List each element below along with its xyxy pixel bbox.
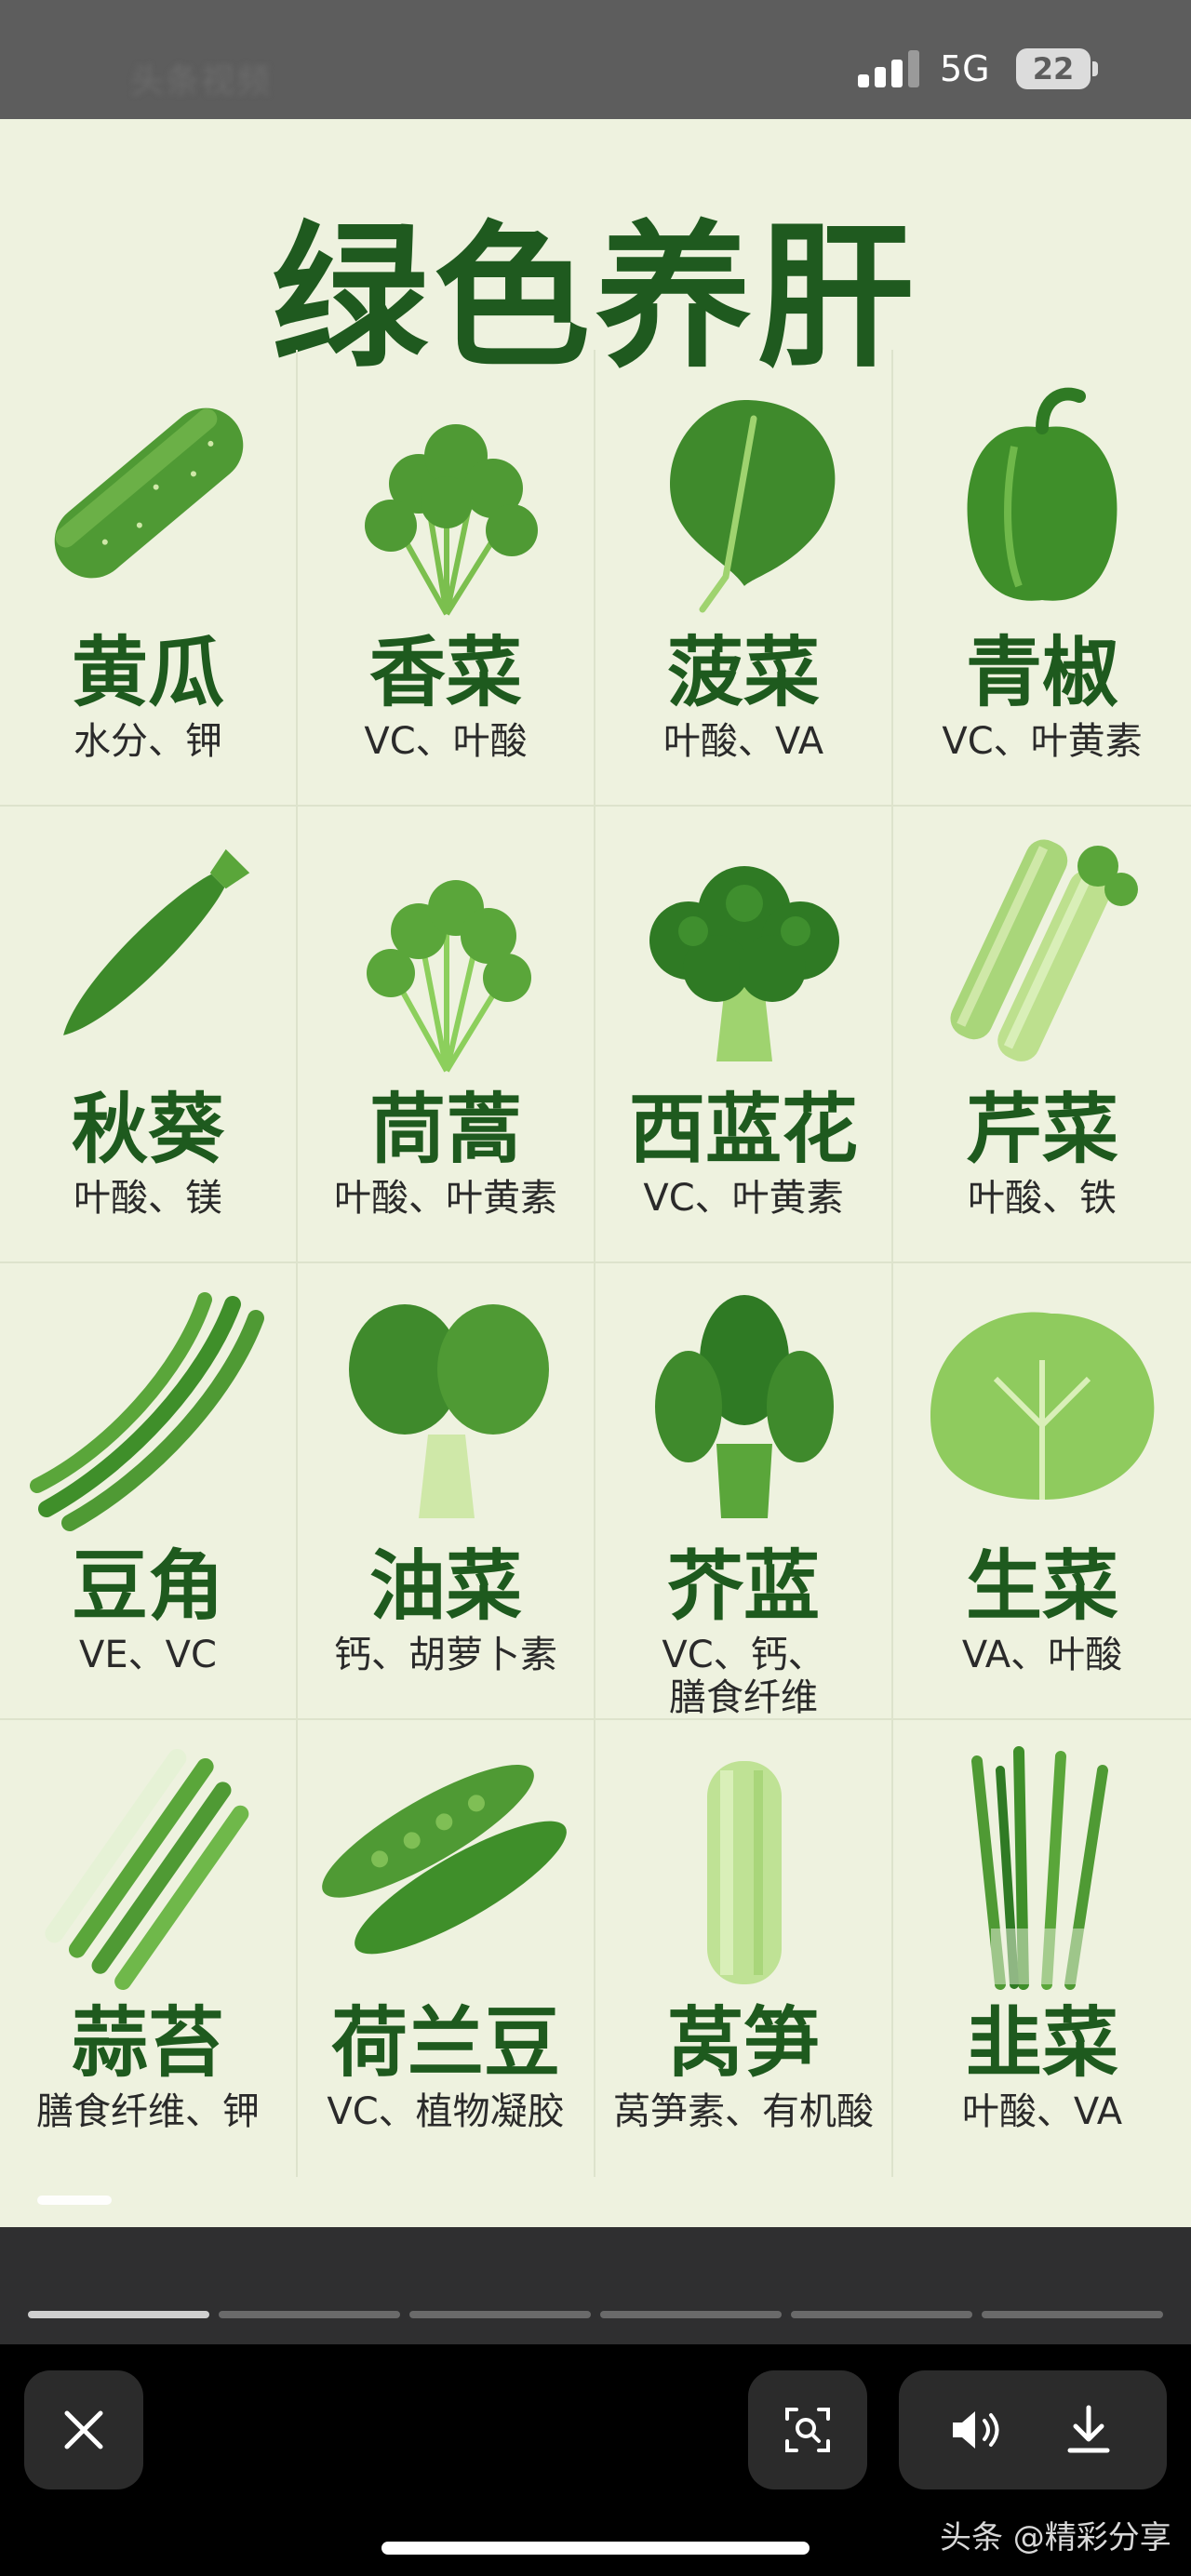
vegetable-name: 西蓝花 bbox=[628, 1086, 858, 1174]
spinach-icon bbox=[670, 400, 836, 613]
vegetable-name: 莴笋 bbox=[666, 1999, 820, 2088]
snow-pea-icon bbox=[322, 1765, 567, 1955]
chinese-kale-icon bbox=[655, 1295, 834, 1518]
vegetable-name: 蒜苔 bbox=[71, 1999, 224, 2088]
story-progress bbox=[28, 2311, 1163, 2318]
media-actions-group bbox=[899, 2370, 1167, 2489]
vegetable-name: 韭菜 bbox=[965, 1999, 1118, 2088]
vegetable-card: 油菜 钙、胡萝卜素 bbox=[298, 1263, 596, 1720]
vegetable-nutrients: 莴笋素、有机酸 bbox=[613, 2090, 874, 2133]
coriander-icon bbox=[365, 424, 538, 616]
vegetable-card: 香菜 VC、叶酸 bbox=[298, 350, 596, 807]
vegetable-card: 茼蒿 叶酸、叶黄素 bbox=[298, 807, 596, 1263]
vegetable-name: 青椒 bbox=[965, 629, 1118, 717]
progress-segment bbox=[791, 2311, 972, 2318]
vegetable-name: 香菜 bbox=[368, 629, 522, 717]
celery-icon bbox=[950, 839, 1138, 1061]
green-beans-icon bbox=[30, 1292, 264, 1531]
progress-segment bbox=[219, 2311, 400, 2318]
vegetable-nutrients: 钙、胡萝卜素 bbox=[334, 1634, 557, 1676]
vegetable-card: 蒜苔 膳食纤维、钾 bbox=[0, 1720, 298, 2177]
vegetable-name: 菠菜 bbox=[666, 629, 820, 717]
vegetable-nutrients: 叶酸、镁 bbox=[74, 1177, 222, 1220]
vegetable-nutrients: 水分、钾 bbox=[74, 720, 222, 763]
battery-cap bbox=[1092, 61, 1098, 76]
progress-segment bbox=[600, 2311, 782, 2318]
vegetable-name: 黄瓜 bbox=[71, 629, 224, 717]
vegetable-nutrients: 叶酸、VA bbox=[662, 720, 824, 763]
lettuce-icon bbox=[930, 1312, 1155, 1500]
image-search-icon bbox=[785, 2408, 830, 2452]
vegetable-grid: 黄瓜 水分、钾 香菜 VC、叶酸 菠菜 叶酸、VA 青椒 VC、叶黄素 秋葵 叶酸、镁 茼蒿 叶酸、叶… bbox=[0, 350, 1191, 2177]
close-icon bbox=[64, 2410, 103, 2449]
celtuce-icon bbox=[707, 1761, 782, 1984]
broccoli-icon bbox=[649, 866, 839, 1061]
vegetable-nutrients: VA、叶酸 bbox=[961, 1634, 1123, 1676]
vegetable-nutrients: VC、叶黄素 bbox=[643, 1177, 844, 1220]
home-indicator[interactable] bbox=[381, 2542, 810, 2555]
vegetable-card: 生菜 VA、叶酸 bbox=[893, 1263, 1191, 1720]
vegetable-name: 油菜 bbox=[368, 1542, 522, 1631]
progress-segment bbox=[982, 2311, 1163, 2318]
vegetable-card: 豆角 VE、VC bbox=[0, 1263, 298, 1720]
vegetable-nutrients: 叶酸、VA bbox=[961, 2090, 1123, 2133]
vegetable-card: 芥蓝 VC、钙、 膳食纤维 bbox=[596, 1263, 893, 1720]
progress-segment bbox=[409, 2311, 591, 2318]
vegetable-nutrients: 叶酸、铁 bbox=[968, 1177, 1117, 1220]
battery-icon: 22 bbox=[1016, 48, 1091, 89]
image-search-button[interactable] bbox=[748, 2370, 867, 2489]
cucumber-icon bbox=[54, 407, 244, 579]
vegetable-name: 茼蒿 bbox=[368, 1086, 522, 1174]
vegetable-nutrients: 膳食纤维、钾 bbox=[36, 2090, 260, 2133]
vegetable-card: 荷兰豆 VC、植物凝胶 bbox=[298, 1720, 596, 2177]
close-button[interactable] bbox=[24, 2370, 143, 2489]
chives-icon bbox=[971, 1746, 1108, 1990]
crown-daisy-icon bbox=[367, 880, 531, 1073]
vegetable-name: 豆角 bbox=[71, 1542, 224, 1631]
status-bar: 头条视频 5G 22 bbox=[0, 0, 1191, 119]
rapeseed-greens-icon bbox=[349, 1304, 549, 1518]
vegetable-nutrients: VC、植物凝胶 bbox=[327, 2090, 565, 2133]
vegetable-nutrients: VE、VC bbox=[79, 1634, 217, 1676]
vegetable-card: 芹菜 叶酸、铁 bbox=[893, 807, 1191, 1263]
vegetable-card: 秋葵 叶酸、镁 bbox=[0, 807, 298, 1263]
speaker-icon[interactable] bbox=[949, 2408, 1005, 2452]
vegetable-card: 西蓝花 VC、叶黄素 bbox=[596, 807, 893, 1263]
download-icon[interactable] bbox=[1064, 2404, 1113, 2456]
poster-image[interactable]: 绿色养肝 黄瓜 水分、钾 香菜 VC、叶酸 菠菜 叶酸、VA 青椒 VC、叶黄素 秋葵 叶酸、镁茼… bbox=[0, 119, 1191, 2227]
vegetable-nutrients: VC、钙、 膳食纤维 bbox=[662, 1634, 825, 1719]
okra-icon bbox=[63, 848, 250, 1035]
vegetable-nutrients: VC、叶酸 bbox=[364, 720, 528, 763]
garlic-scape-icon bbox=[45, 1748, 249, 1990]
image-scroll-indicator bbox=[37, 2196, 112, 2205]
vegetable-name: 生菜 bbox=[965, 1542, 1118, 1631]
vegetable-card: 菠菜 叶酸、VA bbox=[596, 350, 893, 807]
vegetable-card: 莴笋 莴笋素、有机酸 bbox=[596, 1720, 893, 2177]
vegetable-nutrients: VC、叶黄素 bbox=[942, 720, 1143, 763]
network-label: 5G bbox=[940, 48, 990, 89]
vegetable-name: 荷兰豆 bbox=[330, 1999, 560, 2088]
vegetable-name: 芹菜 bbox=[965, 1086, 1118, 1174]
progress-segment bbox=[28, 2311, 209, 2318]
signal-icon bbox=[858, 50, 921, 87]
vegetable-name: 秋葵 bbox=[71, 1086, 224, 1174]
vegetable-card: 青椒 VC、叶黄素 bbox=[893, 350, 1191, 807]
vegetable-card: 韭菜 叶酸、VA bbox=[893, 1720, 1191, 2177]
vegetable-name: 芥蓝 bbox=[666, 1542, 820, 1631]
vegetable-nutrients: 叶酸、叶黄素 bbox=[334, 1177, 557, 1220]
vegetable-card: 黄瓜 水分、钾 bbox=[0, 350, 298, 807]
app-hint: 头条视频 bbox=[130, 62, 273, 100]
green-pepper-icon bbox=[967, 387, 1117, 601]
brand-watermark: 头条 @精彩分享 bbox=[940, 2519, 1171, 2556]
